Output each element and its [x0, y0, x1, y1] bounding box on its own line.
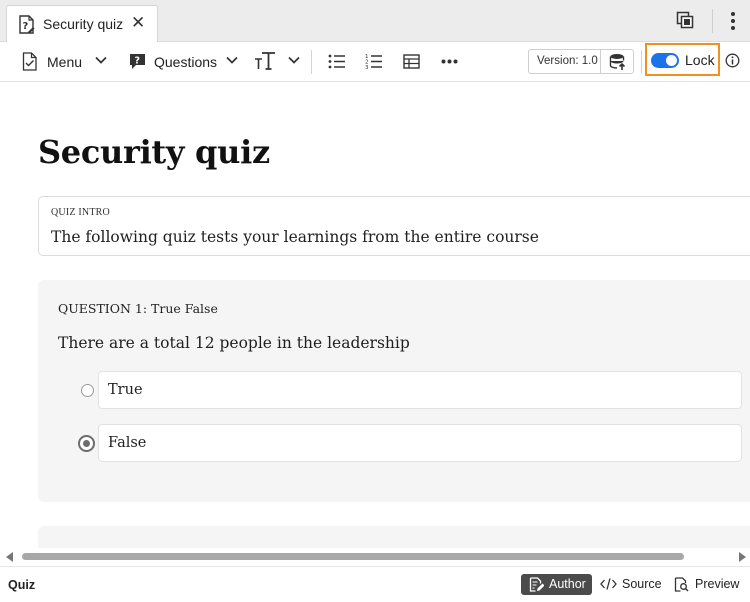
radio-false-selected[interactable] [78, 435, 95, 452]
toolbar-divider [641, 50, 642, 74]
more-vertical-icon[interactable] [730, 11, 736, 31]
tab-security-quiz[interactable]: ? Security quiz ✕ [6, 5, 158, 42]
option-label: False [108, 435, 147, 451]
code-icon [600, 578, 617, 590]
text-size-icon[interactable] [254, 51, 276, 71]
preview-mode-label: Preview [695, 577, 740, 591]
menu-button[interactable]: Menu [47, 54, 82, 70]
more-horizontal-icon[interactable] [441, 59, 458, 64]
svg-text:3: 3 [365, 65, 369, 70]
source-mode-label: Source [622, 577, 662, 591]
close-icon[interactable]: ✕ [131, 13, 145, 33]
question-card[interactable] [38, 526, 750, 548]
pages-icon[interactable] [676, 11, 694, 29]
table-icon[interactable] [403, 54, 420, 69]
author-mode-button[interactable]: Author [521, 574, 592, 595]
option-field[interactable]: False [98, 424, 742, 462]
chevron-down-icon[interactable] [95, 56, 107, 64]
author-edit-icon [529, 577, 544, 592]
quiz-intro-text[interactable]: The following quiz tests your learnings … [51, 228, 539, 246]
bulleted-list-icon[interactable] [328, 54, 345, 69]
preview-search-icon [674, 577, 689, 592]
scrollbar-thumb[interactable] [22, 553, 684, 560]
quiz-intro-label: QUIZ INTRO [51, 207, 110, 218]
lock-label[interactable]: Lock [685, 52, 715, 68]
scroll-right-icon[interactable] [738, 552, 746, 562]
preview-mode-button[interactable]: Preview [674, 574, 744, 595]
option-row-true[interactable]: True [78, 371, 750, 411]
author-mode-label: Author [549, 577, 586, 591]
database-upload-icon[interactable] [609, 53, 627, 71]
divider [712, 9, 713, 33]
question-bubble-icon[interactable]: ? [129, 53, 146, 71]
document-check-icon[interactable] [22, 52, 38, 71]
option-label: True [108, 382, 143, 398]
svg-text:?: ? [135, 56, 141, 67]
lock-toggle-group[interactable]: Lock [645, 43, 720, 76]
status-bar: Quiz Author Source Preview [0, 566, 750, 602]
questions-button[interactable]: Questions [154, 54, 217, 70]
svg-text:?: ? [23, 21, 29, 32]
toolbar-divider [311, 50, 312, 74]
chevron-down-icon[interactable] [288, 56, 300, 64]
option-field[interactable]: True [98, 371, 742, 409]
question-label: QUESTION 1: True False [58, 301, 218, 316]
version-control[interactable]: Version: 1.0 [528, 49, 634, 74]
numbered-list-icon[interactable]: 123 [365, 53, 382, 70]
info-icon[interactable] [725, 53, 740, 68]
scroll-left-icon[interactable] [6, 552, 14, 562]
quiz-doc-icon: ? [18, 15, 36, 35]
quiz-intro-block[interactable]: QUIZ INTRO The following quiz tests your… [38, 196, 750, 256]
horizontal-scrollbar[interactable] [0, 548, 750, 566]
version-label: Version: 1.0 [537, 55, 598, 67]
question-text[interactable]: There are a total 12 people in the leade… [58, 334, 410, 352]
editor-toolbar: Menu ? Questions 123 Version: 1.0 Lock [0, 42, 750, 82]
option-row-false[interactable]: False [78, 424, 750, 464]
document-type-label: Quiz [8, 578, 36, 592]
editor-canvas[interactable]: Security quiz QUIZ INTRO The following q… [0, 82, 750, 548]
chevron-down-icon[interactable] [226, 56, 238, 64]
lock-toggle[interactable] [651, 53, 679, 68]
source-mode-button[interactable]: Source [600, 574, 662, 595]
tab-title: Security quiz [43, 16, 124, 32]
tab-bar: ? Security quiz ✕ [0, 0, 750, 42]
page-title[interactable]: Security quiz [38, 133, 270, 171]
radio-true[interactable] [81, 384, 94, 397]
question-card[interactable]: QUESTION 1: True False There are a total… [38, 280, 750, 502]
